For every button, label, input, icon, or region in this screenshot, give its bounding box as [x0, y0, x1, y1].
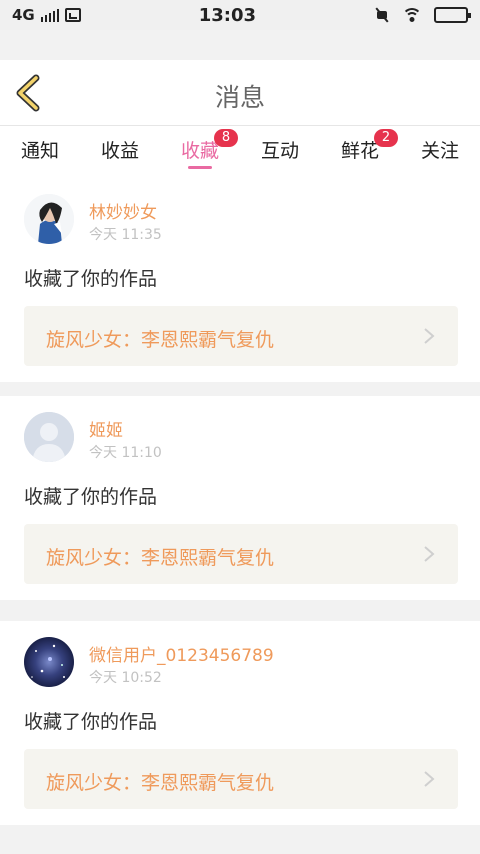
tab-interactions[interactable]: 互动: [250, 136, 310, 163]
author-name[interactable]: 姬姬: [89, 416, 123, 441]
network-type: 4G: [12, 6, 35, 24]
message-card: 微信用户_0123456789 今天 10:52 收藏了你的作品 旋风少女：李恩…: [0, 621, 480, 825]
message-time: 今天 11:35: [89, 227, 162, 243]
galaxy-avatar-icon: [24, 637, 74, 687]
tab-favorites[interactable]: 收藏 8: [170, 129, 238, 169]
work-title: 旋风少女：李恩熙霸气复仇: [46, 772, 275, 794]
avatar[interactable]: [24, 194, 74, 244]
page-title: 消息: [214, 83, 265, 112]
active-tab-indicator: [188, 166, 212, 169]
tab-earnings[interactable]: 收益: [90, 136, 150, 163]
default-avatar-icon: [24, 412, 74, 462]
work-title: 旋风少女：李恩熙霸气复仇: [46, 329, 275, 351]
signal-icon: [40, 8, 59, 22]
message-time: 今天 10:52: [89, 670, 162, 686]
author-name[interactable]: 林妙妙女: [89, 198, 157, 223]
message-action: 收藏了你的作品: [24, 711, 158, 733]
tab-label: 鲜花: [340, 140, 379, 162]
tab-bar: 通知 收益 收藏 8 互动 鲜花 2 关注: [0, 126, 480, 178]
message-time: 今天 11:10: [89, 445, 162, 461]
status-bar: 4G 13:03: [0, 0, 480, 30]
tab-flowers[interactable]: 鲜花 2: [330, 129, 398, 163]
status-time: 13:03: [198, 4, 257, 26]
tab-notifications[interactable]: 通知: [10, 136, 70, 163]
avatar[interactable]: [24, 637, 74, 687]
flowers-badge: 2: [374, 129, 398, 147]
message-action: 收藏了你的作品: [24, 268, 158, 290]
message-card: 姬姬 今天 11:10 收藏了你的作品 旋风少女：李恩熙霸气复仇: [0, 396, 480, 600]
message-action: 收藏了你的作品: [24, 486, 158, 508]
user-photo-icon: [24, 194, 74, 244]
chevron-right-icon: [424, 328, 435, 344]
tab-label: 收益: [100, 140, 139, 162]
screenshot-icon: [64, 8, 81, 22]
favorites-badge: 8: [214, 129, 238, 147]
tab-label: 收藏: [180, 140, 219, 162]
mute-icon: [374, 7, 390, 23]
tab-following[interactable]: 关注: [410, 136, 470, 163]
author-name[interactable]: 微信用户_0123456789: [89, 641, 274, 666]
message-card: 林妙妙女 今天 11:35 收藏了你的作品 旋风少女：李恩熙霸气复仇: [0, 178, 480, 382]
tab-label: 互动: [260, 140, 299, 162]
tab-label: 关注: [420, 140, 459, 162]
chevron-right-icon: [424, 546, 435, 562]
work-link[interactable]: 旋风少女：李恩熙霸气复仇: [24, 306, 458, 366]
wifi-icon: [401, 7, 422, 23]
work-link[interactable]: 旋风少女：李恩熙霸气复仇: [24, 524, 458, 584]
tab-label: 通知: [20, 140, 59, 162]
header: 消息: [0, 60, 480, 126]
chevron-right-icon: [424, 771, 435, 787]
avatar[interactable]: [24, 412, 74, 462]
work-title: 旋风少女：李恩熙霸气复仇: [46, 547, 275, 569]
work-link[interactable]: 旋风少女：李恩熙霸气复仇: [24, 749, 458, 809]
battery-icon: [433, 7, 471, 23]
